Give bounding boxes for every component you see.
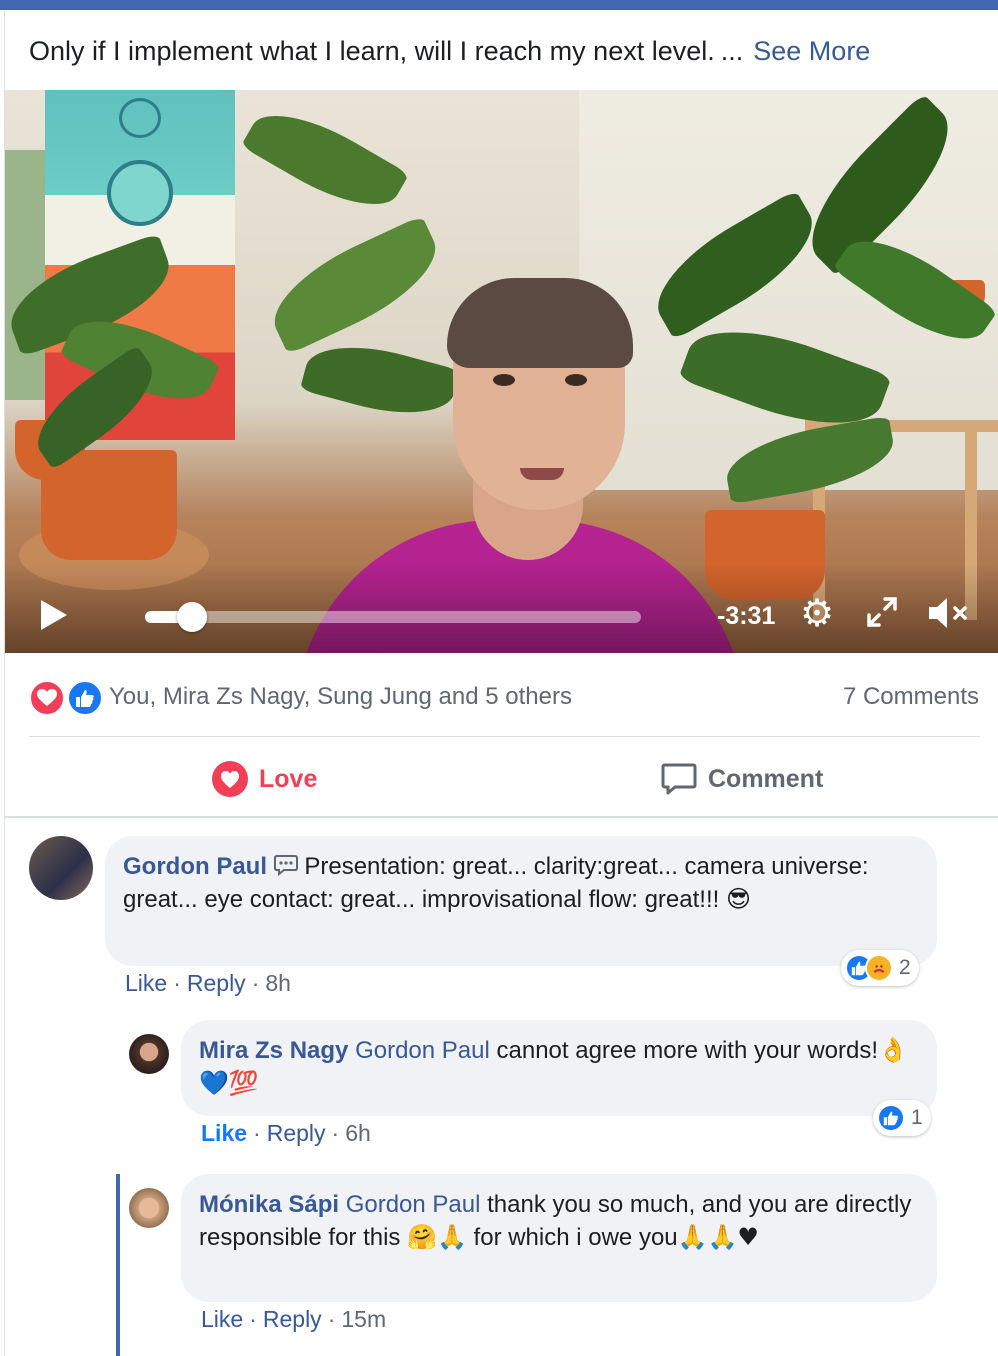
comment-meta: Like · Reply · 6h	[201, 1120, 371, 1146]
comment-author[interactable]: Mónika Sápi	[199, 1191, 339, 1218]
reaction-names[interactable]: You, Mira Zs Nagy, Sung Jung and 5 other…	[109, 683, 572, 711]
comment-mention[interactable]: Gordon Paul	[346, 1191, 481, 1218]
comment-time[interactable]: 6h	[345, 1120, 371, 1146]
reply-link[interactable]: Reply	[263, 1306, 322, 1332]
comment-time[interactable]: 8h	[265, 970, 291, 996]
care-reaction-icon	[865, 954, 893, 982]
comment-time[interactable]: 15m	[341, 1306, 386, 1332]
reply-bubble: Mira Zs Nagy Gordon Paul cannot agree mo…	[181, 1020, 937, 1116]
thread-line	[116, 1174, 120, 1356]
comment-text: cannot agree more with your words!	[496, 1037, 879, 1064]
reply-bubble: Mónika Sápi Gordon Paul thank you so muc…	[181, 1174, 937, 1302]
settings-gear-icon[interactable]: ⚙	[797, 594, 837, 634]
love-label: Love	[259, 764, 318, 793]
like-link[interactable]: Like	[201, 1120, 247, 1146]
comment-meta: Like · Reply · 15m	[201, 1306, 387, 1332]
progress-knob[interactable]	[177, 602, 207, 632]
comment-reaction-badge[interactable]: 2	[841, 950, 919, 986]
comment-author[interactable]: Mira Zs Nagy	[199, 1037, 348, 1064]
love-reaction-icon	[29, 680, 65, 716]
play-icon[interactable]	[41, 600, 67, 630]
fullscreen-icon[interactable]	[865, 595, 899, 629]
comment-reaction-badge[interactable]: 1	[873, 1100, 931, 1136]
progress-track[interactable]	[145, 611, 641, 623]
post-ellipsis: ...	[720, 36, 744, 66]
reaction-count: 1	[911, 1106, 923, 1129]
comment-count[interactable]: 7 Comments	[843, 683, 979, 711]
post-card: Only if I implement what I learn, will I…	[4, 10, 998, 1356]
comment-emoji: 🤗🙏	[407, 1223, 467, 1251]
comment-icon	[660, 760, 698, 798]
video-player[interactable]: -3:31 ⚙	[5, 90, 998, 653]
divider	[29, 736, 980, 737]
avatar-mira-zs-nagy[interactable]	[129, 1034, 169, 1074]
post-actions: Love Comment	[5, 747, 998, 815]
love-button[interactable]: Love	[211, 757, 317, 801]
divider	[5, 816, 998, 818]
like-reaction-icon	[67, 680, 103, 716]
video-scene-window	[5, 150, 45, 400]
comment-author[interactable]: Gordon Paul	[123, 853, 267, 880]
comment-meta: Like · Reply · 8h	[125, 970, 291, 996]
comment-bubble: Gordon Paul Presentation: great... clari…	[105, 836, 937, 966]
post-body: Only if I implement what I learn, will I…	[29, 36, 715, 66]
avatar-gordon-paul[interactable]	[29, 836, 93, 900]
post-text: Only if I implement what I learn, will I…	[29, 36, 870, 67]
reply-link[interactable]: Reply	[267, 1120, 326, 1146]
muted-speaker-icon[interactable]	[925, 595, 971, 631]
avatar-monika-sapi[interactable]	[129, 1188, 169, 1228]
reaction-count: 2	[899, 956, 911, 979]
time-remaining: -3:31	[717, 602, 776, 630]
reaction-icons[interactable]	[29, 678, 109, 716]
video-controls	[5, 563, 998, 653]
love-icon	[211, 760, 249, 798]
top-border	[0, 0, 998, 10]
reply-link[interactable]: Reply	[187, 970, 246, 996]
comment-text: for which i owe you	[473, 1224, 678, 1251]
see-more-link[interactable]: See More	[753, 36, 870, 66]
comment-emoji: 🙏🙏♥	[677, 1223, 759, 1251]
comment-mention[interactable]: Gordon Paul	[355, 1037, 490, 1064]
like-link[interactable]: Like	[201, 1306, 243, 1332]
comment-label: Comment	[708, 764, 824, 793]
speech-bubble-icon	[273, 853, 305, 880]
comment-emoji: 😎	[725, 885, 751, 913]
comment-button[interactable]: Comment	[660, 757, 823, 801]
reactions-summary: You, Mira Zs Nagy, Sung Jung and 5 other…	[29, 678, 979, 722]
like-reaction-icon	[877, 1104, 905, 1132]
like-link[interactable]: Like	[125, 970, 167, 996]
